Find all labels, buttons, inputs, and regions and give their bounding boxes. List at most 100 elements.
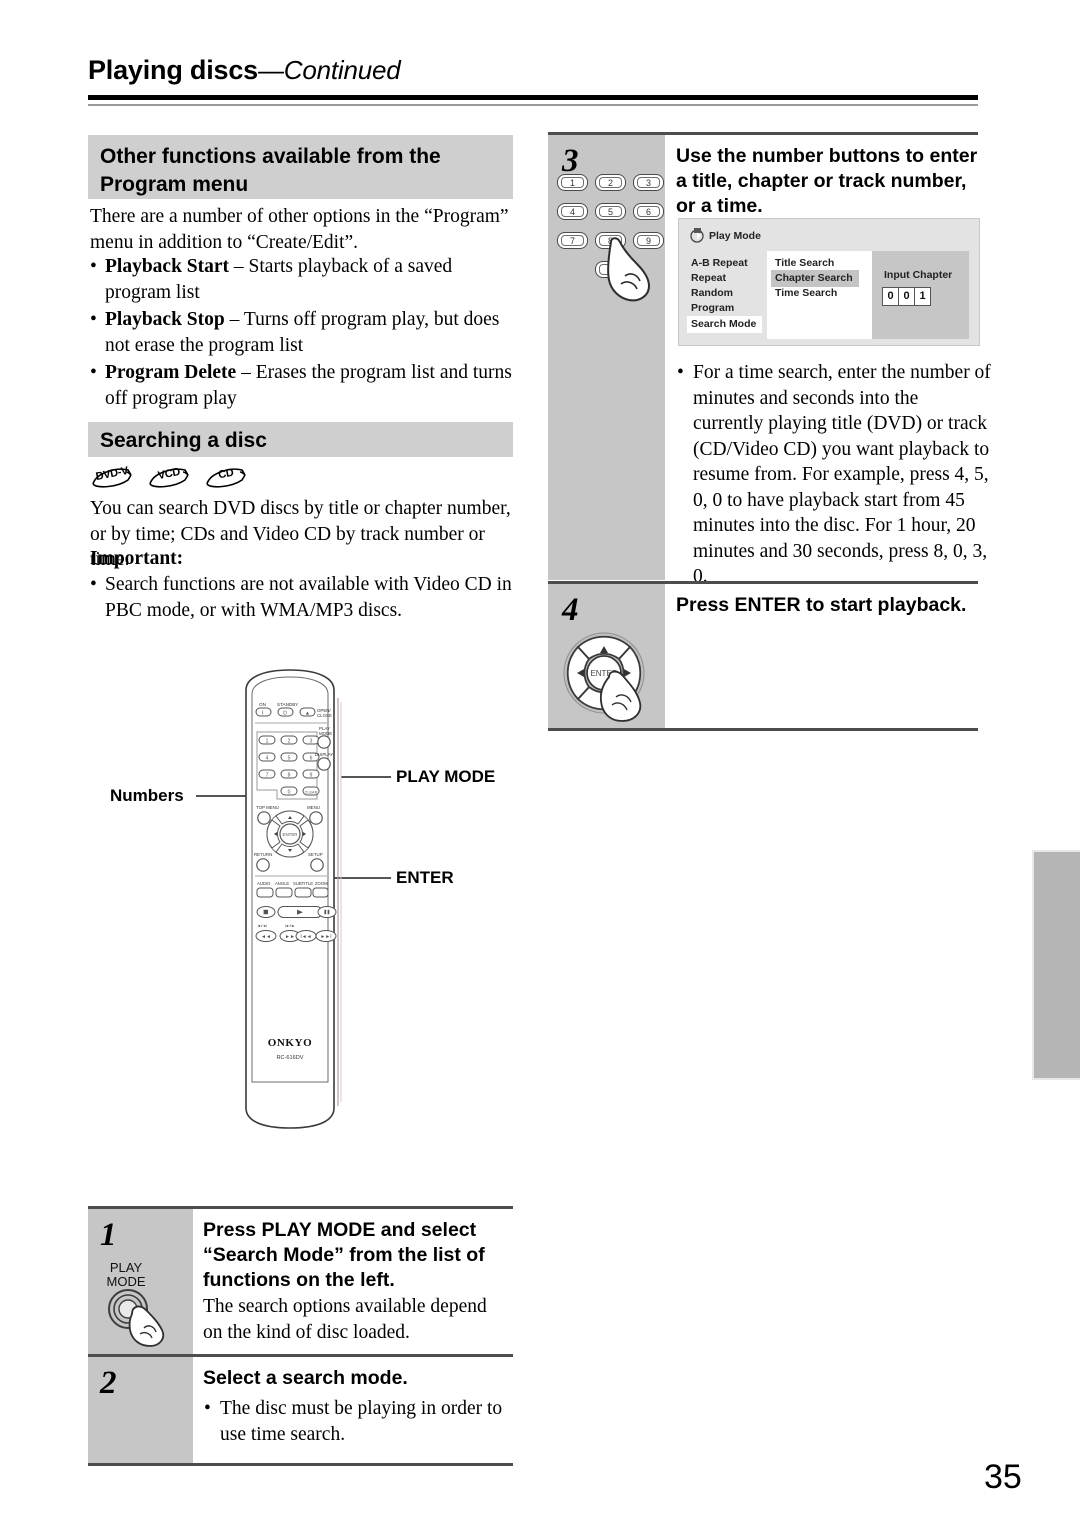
step-3-title: Use the number buttons to enter a title,… [676,145,978,217]
svg-text:◄◄: ◄◄ [261,934,271,940]
keypad-key-label: 6 [637,206,660,217]
bullet-term: Program Delete [105,362,237,383]
step-2-bottom-rule [88,1463,513,1466]
callout-enter: ENTER [396,868,454,887]
svg-text:5: 5 [288,755,291,761]
svg-text:I: I [262,710,263,716]
osd-input-chapter-label: Input Chapter [884,269,953,281]
osd-mid-item-title-search[interactable]: Title Search [775,257,834,269]
remote-control-illustration: ON STANDBY I ⏻ ▲ OPEN/ CLOSE 123 456 7 8… [228,668,378,1138]
osd-screen-title: Play Mode [709,230,761,242]
svg-text:AUDIO: AUDIO [257,881,271,886]
keypad-key-4[interactable]: 4 [557,203,588,220]
osd-left-item-program[interactable]: Program [691,302,734,314]
callout-play-mode: PLAY MODE [396,767,496,786]
svg-text:SETUP: SETUP [308,852,323,857]
svg-text:9: 9 [310,772,313,778]
svg-text:RETURN: RETURN [254,852,272,857]
svg-text:MODE: MODE [319,731,332,736]
dvd-v-disc-icon: DVD-V [90,465,134,492]
vcd-disc-icon: VCD [147,466,191,492]
step-4-bottom-rule [548,728,978,731]
callout-numbers: Numbers [110,786,184,805]
osd-mid-item-time-search[interactable]: Time Search [775,287,837,299]
svg-text:RC-616DV: RC-616DV [276,1055,303,1061]
important-label: Important: [90,548,184,569]
step-1-title: Press PLAY MODE and select “Search Mode”… [203,1219,485,1291]
step-4: 4 ENTER Press ENTER to start playback. [548,581,978,731]
list-item: Playback Start – Starts playback of a sa… [88,254,516,305]
svg-text:▲: ▲ [305,711,310,717]
list-item: Playback Stop – Turns off program play, … [88,307,516,358]
osd-mid-item-chapter-search[interactable]: Chapter Search [771,270,859,287]
other-functions-bullets: Playback Start – Starts playback of a sa… [88,252,516,411]
svg-text:ANGLE: ANGLE [275,881,289,886]
header-rule-thick [88,95,978,100]
page-number: 35 [984,1458,1022,1496]
keypad-key-6[interactable]: 6 [633,203,664,220]
step-3-number-keypad: 1 2 3 4 5 6 7 8 9 0 [550,174,665,302]
svg-text:I►/I►: I►/I► [285,924,295,928]
keypad-key-5[interactable]: 5 [595,203,626,220]
svg-text:8: 8 [288,772,291,778]
svg-text:DISPLAY: DISPLAY [315,752,333,757]
important-bullets: Search functions are not available with … [88,570,516,623]
step-1-number: 1 [100,1217,117,1253]
osd-left-item-a-b-repeat[interactable]: A-B Repeat [691,257,748,269]
svg-text:MENU: MENU [307,805,320,810]
step-2-bullet: The disc must be playing in order to use… [203,1396,510,1447]
keypad-key-7[interactable]: 7 [557,232,588,249]
keypad-key-2[interactable]: 2 [595,174,626,191]
bullet-text: Search functions are not available with … [105,574,512,621]
svg-text:7: 7 [266,772,269,778]
keypad-key-3[interactable]: 3 [633,174,664,191]
svg-text:ENTER: ENTER [283,832,298,837]
step-3: 3 1 2 3 4 5 6 7 8 9 0 Use the number but… [548,132,991,587]
list-item: Search functions are not available with … [88,572,516,623]
manual-page: Playing discs—Continued Other functions … [0,0,1080,1526]
svg-text:PLAY: PLAY [110,1260,143,1275]
svg-text:0: 0 [288,789,291,795]
pointing-hand-icon [607,237,651,302]
page-edge-tab-marker [1032,850,1080,1080]
svg-text:I◄◄: I◄◄ [300,934,311,940]
osd-play-mode-screen: Play Mode A-B Repeat Repeat Random Progr… [678,218,980,346]
keypad-key-label: 1 [561,177,584,188]
bullet-dash: – [236,362,256,383]
keypad-key-label: 4 [561,206,584,217]
bullet-dash: – [224,309,244,330]
bullet-term: Playback Start [105,256,230,277]
bullet-dash: – [229,256,249,277]
page-title-continued: —Continued [257,55,401,85]
svg-text:2: 2 [288,738,291,744]
step-2-number: 2 [100,1365,117,1401]
osd-digit-1[interactable]: 0 [882,287,899,306]
osd-left-item-search-mode[interactable]: Search Mode [687,316,763,333]
svg-text:4: 4 [266,755,269,761]
section-heading-searching-a-disc: Searching a disc [88,422,513,457]
keypad-key-1[interactable]: 1 [557,174,588,191]
other-functions-intro: There are a number of other options in t… [90,206,509,253]
osd-digit-3[interactable]: 1 [914,287,931,306]
osd-left-item-random[interactable]: Random [691,287,733,299]
svg-text:1: 1 [266,738,269,744]
svg-text:6: 6 [310,755,313,761]
svg-text:3: 3 [310,738,313,744]
svg-text:⏻: ⏻ [283,710,287,716]
keypad-key-label: 3 [637,177,660,188]
step-1: 1 PLAY MODE Press PLAY MODE and select “… [88,1206,513,1354]
keypad-key-label: 2 [599,177,622,188]
disc-type-icons: DVD-V VCD CD [90,465,248,492]
bullet-term: Playback Stop [105,309,225,330]
svg-text:CLEAR: CLEAR [305,790,318,794]
step-2: 2 Select a search mode. The disc must be… [88,1354,513,1466]
svg-text:►►I: ►►I [320,934,331,940]
step-4-title: Press ENTER to start playback. [676,594,967,616]
page-title-main: Playing discs [88,55,258,85]
svg-text:►►: ►► [285,934,295,940]
osd-digit-2[interactable]: 0 [898,287,915,306]
svg-text:ZOOM: ZOOM [315,881,328,886]
svg-text:SUBTITLE: SUBTITLE [293,881,313,886]
osd-left-item-repeat[interactable]: Repeat [691,272,726,284]
play-mode-disc-icon [690,228,704,243]
